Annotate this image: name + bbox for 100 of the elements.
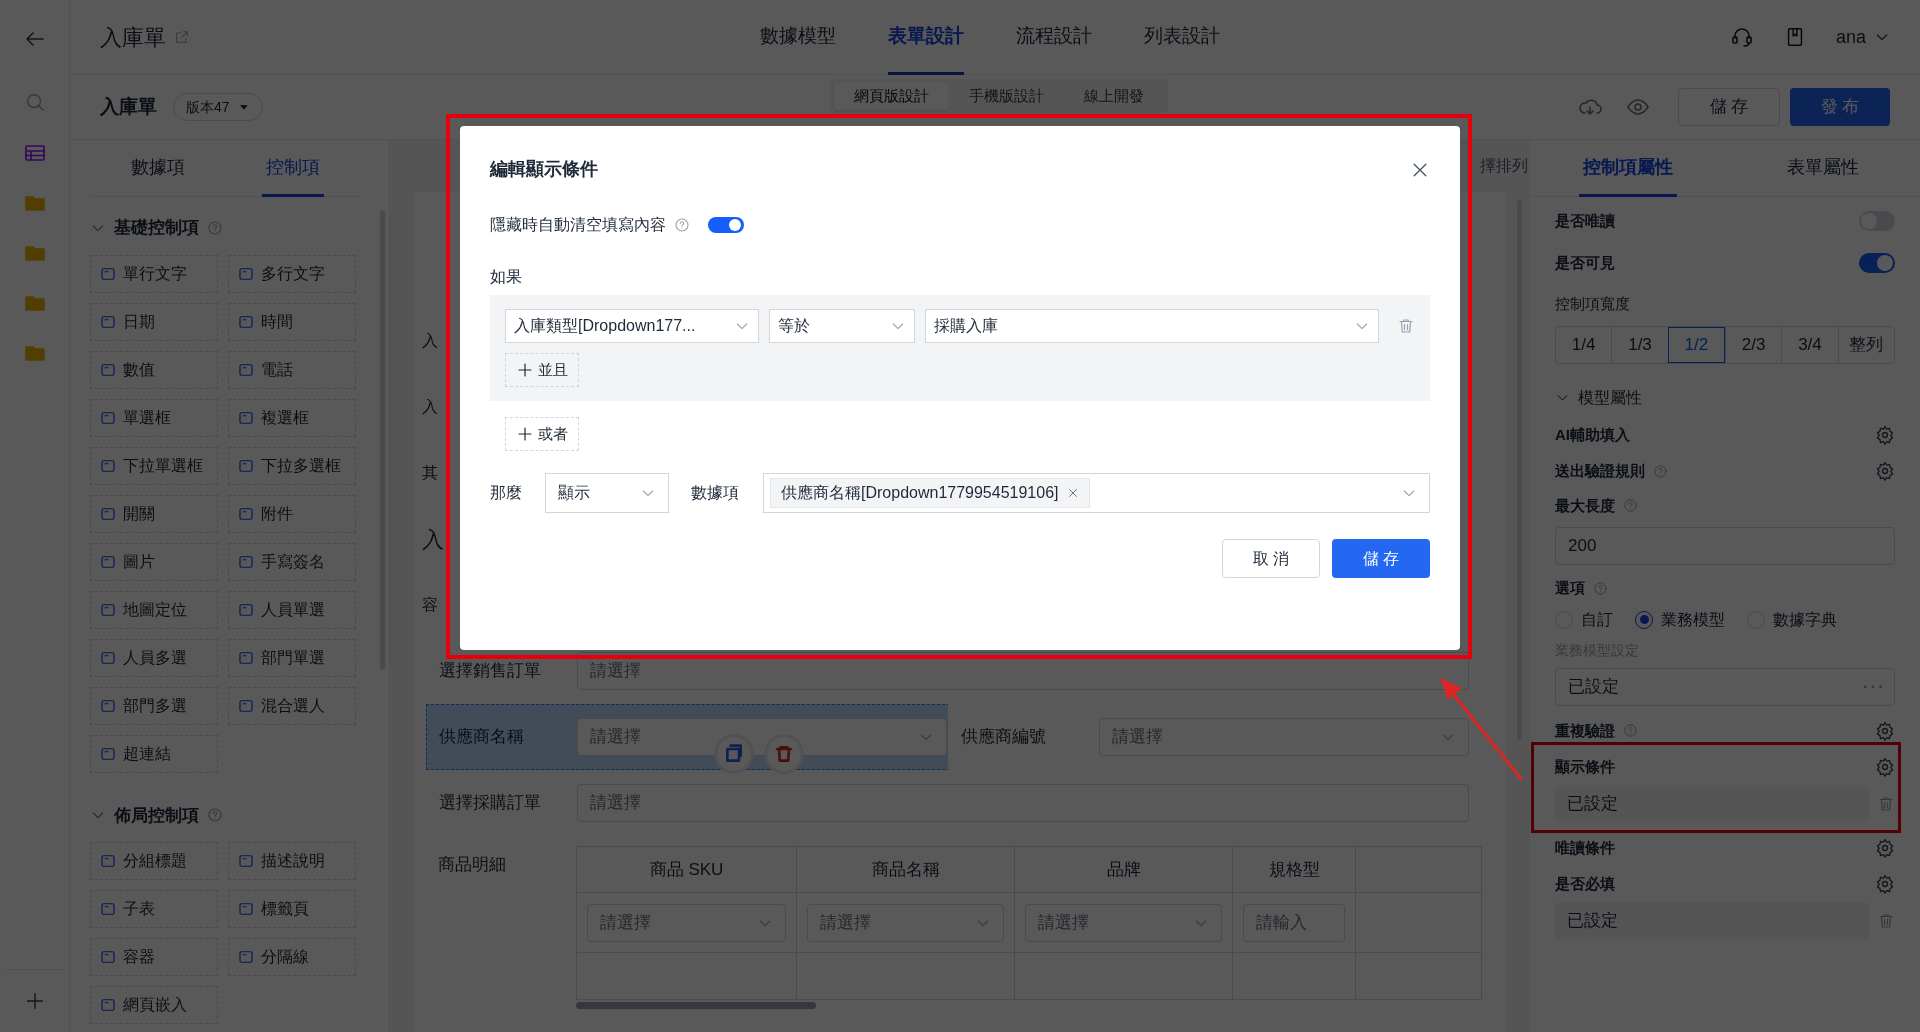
gear-icon[interactable] [1875, 874, 1895, 895]
nav-tab[interactable]: 列表設計 [1144, 0, 1220, 75]
control-item[interactable]: 複選框 [228, 398, 356, 437]
control-item[interactable]: 手寫簽名 [228, 542, 356, 581]
control-item[interactable]: 單選框 [90, 398, 218, 437]
control-item[interactable]: 標籤頁 [228, 890, 356, 928]
control-item[interactable]: 容器 [90, 938, 218, 976]
multi-select-field[interactable]: 供應商名稱[Dropdown1779954519106] [763, 473, 1430, 513]
control-item[interactable]: 圖片 [90, 542, 218, 581]
property-label: 是否可見 [1555, 252, 1615, 273]
value-field[interactable]: 已設定 [1555, 901, 1869, 940]
control-item[interactable]: 下拉多選框 [228, 446, 356, 485]
help-icon [207, 219, 223, 236]
control-item[interactable]: 分組標題 [90, 842, 218, 880]
control-item[interactable]: 日期 [90, 302, 218, 341]
headset-icon[interactable] [1729, 25, 1754, 49]
width-option[interactable]: 整列 [1837, 326, 1894, 363]
width-option[interactable]: 1/3 [1611, 326, 1668, 363]
external-link-icon[interactable] [174, 29, 190, 45]
control-item[interactable]: 數值 [90, 350, 218, 389]
selected-tag[interactable]: 供應商名稱[Dropdown1779954519106] [770, 478, 1090, 508]
property-label: 顯示條件 [1555, 757, 1615, 777]
panel-tab[interactable]: 表單屬性 [1782, 140, 1863, 197]
close-icon[interactable] [1066, 487, 1079, 499]
control-item[interactable]: 多行文字 [228, 254, 356, 293]
text-field[interactable]: 200 [1555, 527, 1895, 565]
save-button[interactable]: 儲 存 [1332, 539, 1430, 578]
value-field[interactable]: 已設定 [1555, 667, 1895, 706]
design-tab[interactable]: 線上開發 [1064, 82, 1164, 110]
gear-icon[interactable] [1875, 720, 1895, 741]
control-item[interactable]: 地圖定位 [90, 590, 218, 629]
control-item[interactable]: 網頁嵌入 [90, 986, 218, 1024]
publish-button[interactable]: 發 布 [1790, 88, 1890, 126]
control-item[interactable]: 下拉單選框 [90, 446, 218, 485]
control-item[interactable]: 附件 [228, 494, 356, 533]
gear-icon[interactable] [1875, 424, 1895, 445]
control-item[interactable]: 單行文字 [90, 254, 218, 293]
radio-option[interactable]: 數據字典 [1747, 607, 1837, 632]
section-title: 基礎控制項 [114, 217, 199, 239]
panel-tab[interactable]: 數據項 [126, 140, 189, 197]
panel-tab[interactable]: 控制項屬性 [1578, 140, 1677, 197]
gear-icon[interactable] [1875, 837, 1895, 858]
trash-icon[interactable] [1397, 317, 1415, 335]
nav-tab[interactable]: 流程設計 [1016, 0, 1092, 75]
control-item[interactable]: 分隔線 [228, 938, 356, 976]
control-item[interactable]: 時間 [228, 302, 356, 341]
property-label: AI輔助填入 [1555, 424, 1630, 445]
width-option[interactable]: 1/2 [1667, 326, 1725, 363]
column-header: 規格型 [1233, 847, 1356, 893]
control-item[interactable]: 開關 [90, 494, 218, 533]
square-icon [237, 948, 255, 966]
nav-tab[interactable]: 數據模型 [760, 0, 836, 75]
more-icon[interactable] [1864, 684, 1882, 689]
control-item[interactable]: 部門多選 [90, 686, 218, 725]
sort-label: 擇排列 [1480, 156, 1528, 176]
select-field[interactable]: 入庫類型[Dropdown177... [505, 309, 759, 343]
field-label: 選擇採購訂單 [439, 792, 542, 815]
trash-icon[interactable] [1877, 794, 1895, 813]
gear-icon[interactable] [1875, 461, 1895, 482]
control-item[interactable]: 人員多選 [90, 638, 218, 677]
property-label: 是否唯讀 [1555, 210, 1615, 231]
copy-icon[interactable] [714, 734, 754, 774]
toggle-switch[interactable] [708, 217, 744, 233]
width-option[interactable]: 3/4 [1781, 326, 1838, 363]
square-icon [99, 900, 117, 918]
trash-icon[interactable] [764, 734, 804, 774]
help-icon [674, 217, 690, 233]
radio-option[interactable]: 自訂 [1555, 607, 1613, 632]
toggle-switch[interactable] [1859, 253, 1895, 273]
design-tab[interactable]: 網頁版設計 [834, 82, 949, 110]
scrollbar-thumb[interactable] [576, 1002, 816, 1009]
add-or-button[interactable]: 或者 [505, 417, 579, 451]
trash-icon[interactable] [1877, 911, 1895, 930]
control-item[interactable]: 電話 [228, 350, 356, 389]
control-item[interactable]: 人員單選 [228, 590, 356, 629]
user-menu[interactable]: ana [1835, 23, 1890, 51]
field-label: 入 [422, 331, 438, 351]
value-field[interactable]: 已設定 [1555, 784, 1869, 823]
add-and-button[interactable]: 並且 [505, 353, 579, 387]
panel-tab[interactable]: 控制項 [262, 140, 325, 197]
nav-tab[interactable]: 表單設計 [888, 0, 964, 75]
control-item[interactable]: 超連結 [90, 734, 218, 773]
select-field[interactable]: 等於 [769, 309, 915, 343]
select-field[interactable]: 採購入庫 [925, 309, 1379, 343]
property-label: 最大長度 [1555, 495, 1615, 516]
design-tab[interactable]: 手機版設計 [949, 82, 1064, 110]
control-item[interactable]: 混合選人 [228, 686, 356, 725]
plus-icon [516, 425, 534, 443]
option-label: 隱藏時自動清空填寫內容 [490, 215, 666, 235]
control-item[interactable]: 部門單選 [228, 638, 356, 677]
save-button[interactable]: 儲 存 [1678, 88, 1780, 126]
gear-icon[interactable] [1875, 757, 1895, 778]
select-field[interactable]: 顯示 [545, 473, 669, 513]
control-item[interactable]: 子表 [90, 890, 218, 928]
width-option[interactable]: 1/4 [1556, 326, 1612, 363]
cancel-button[interactable]: 取 消 [1222, 539, 1320, 578]
control-item[interactable]: 描述說明 [228, 842, 356, 880]
column-header: 商品名稱 [797, 847, 1015, 893]
radio-option[interactable]: 業務模型 [1635, 607, 1725, 632]
width-option[interactable]: 2/3 [1725, 326, 1782, 363]
